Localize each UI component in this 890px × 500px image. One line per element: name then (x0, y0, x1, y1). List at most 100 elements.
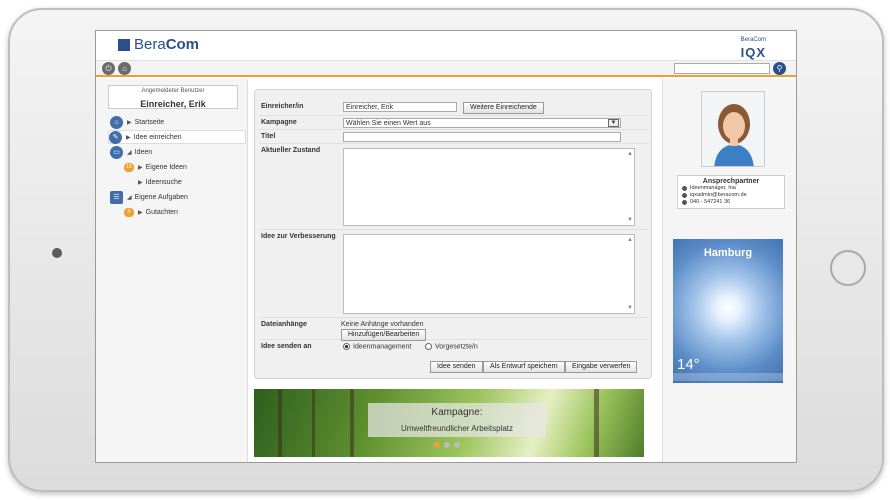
phone-icon (682, 200, 687, 205)
power-icon[interactable]: ⏻ (102, 62, 115, 75)
radio-ideenmanagement[interactable]: Ideenmanagement (343, 343, 411, 350)
scroll-down-icon[interactable]: ▼ (627, 217, 633, 223)
nav-item-gutachten[interactable]: 0 ▶ Gutachten (124, 205, 178, 219)
title-field[interactable] (343, 132, 621, 142)
nav-item-ideensuche[interactable]: ▶ Ideensuche (138, 175, 182, 189)
nav-label: Ideensuche (145, 178, 182, 186)
count-badge: 18 (124, 162, 134, 172)
contact-card: Ansprechpartner Ideenmanager, Ina iqxadm… (677, 175, 785, 209)
beracom-logo: Bera Com (118, 36, 199, 53)
chevron-down-icon: ◢ (127, 149, 132, 156)
carousel-dot[interactable] (444, 442, 450, 448)
chevron-right-icon: ▶ (138, 179, 143, 186)
logo-square-icon (118, 38, 130, 51)
user-caption: Angemeldeter Benutzer (141, 88, 205, 94)
row-attachments: Dateianhänge Keine Anhänge vorhanden Hin… (259, 318, 649, 341)
improvement-textarea[interactable]: ▲ ▼ (343, 234, 635, 314)
count-badge: 0 (124, 207, 134, 217)
logo-text-com: Com (165, 36, 200, 53)
nav-item-startseite[interactable]: ⌂ ▶ Startseite (110, 115, 164, 129)
person-avatar-icon (702, 92, 764, 166)
campaign-banner[interactable]: Kampagne: Umweltfreundlicher Arbeitsplat… (254, 389, 644, 457)
current-state-textarea[interactable]: ▲ ▼ (343, 148, 635, 226)
nav-item-idee-einreichen[interactable]: ✎ ▶ Idee einreichen (108, 130, 246, 144)
user-box: Angemeldeter Benutzer Einreicher, Erik (108, 85, 238, 109)
current-state-label: Aktueller Zustand (261, 147, 321, 154)
weather-city: Hamburg (703, 247, 753, 259)
chevron-down-icon[interactable]: ▼ (608, 119, 619, 127)
banner-title: Kampagne: (431, 407, 483, 418)
app-screen: Bera Com BeraCom IQX ⏻ ⌂ ⚲ Angemeldeter … (95, 30, 797, 463)
home-icon: ⌂ (110, 115, 123, 129)
nav-item-eigene-ideen[interactable]: 18 ▶ Eigene Ideen (124, 160, 187, 174)
left-navigation: Angemeldeter Benutzer Einreicher, Erik ⌂… (96, 79, 248, 462)
row-submitter: Einreicher/in Einreicher, Erik Weitere E… (259, 100, 649, 116)
chevron-right-icon: ▶ (138, 209, 143, 216)
banner-decoration (312, 389, 315, 457)
folder-icon: ▭ (110, 145, 123, 159)
tasks-icon: ☰ (110, 190, 123, 204)
banner-subtitle: Umweltfreundlicher Arbeitsplatz (400, 424, 514, 433)
iqx-logo: BeraCom IQX (741, 37, 766, 62)
nav-label: Startseite (134, 118, 165, 126)
contact-phone-line: 040 - 547241 36 (682, 199, 784, 206)
right-sidebar: Ansprechpartner Ideenmanager, Ina iqxadm… (662, 79, 796, 462)
campaign-label: Kampagne (261, 119, 297, 126)
row-improvement: Idee zur Verbesserung ▲ ▼ (259, 230, 649, 318)
person-icon (682, 186, 687, 191)
brand-bar: Bera Com BeraCom IQX (96, 31, 796, 61)
chevron-right-icon: ▶ (138, 164, 143, 171)
save-draft-button[interactable]: Als Entwurf speichern (483, 361, 565, 373)
row-campaign: Kampagne Wählen Sie einen Wert aus ▼ (259, 116, 649, 130)
mail-icon (682, 193, 687, 198)
iqx-logo-small: BeraCom (740, 37, 766, 43)
send-to-label: Idee senden an (261, 343, 312, 350)
lightbulb-icon: ✎ (109, 130, 122, 144)
scroll-up-icon[interactable]: ▲ (627, 237, 633, 243)
send-idea-button[interactable]: Idee senden (430, 361, 483, 373)
carousel-dot[interactable] (454, 442, 460, 448)
more-submitters-button[interactable]: Weitere Einreichende (463, 102, 544, 114)
row-send-to: Idee senden an Ideenmanagement Vorgesetz… (259, 340, 649, 356)
tablet-home-button[interactable] (830, 250, 866, 286)
contact-email-line[interactable]: iqxadmin@beracom.de (682, 192, 784, 199)
user-name: Einreicher, Erik (140, 99, 206, 109)
scroll-down-icon[interactable]: ▼ (627, 305, 633, 311)
contact-photo (701, 91, 765, 167)
nav-label: Eigene Ideen (145, 163, 187, 171)
weather-temperature: 14° (677, 356, 700, 373)
submitter-label: Einreicher/in (261, 103, 304, 110)
scroll-up-icon[interactable]: ▲ (627, 151, 633, 157)
campaign-select[interactable]: Wählen Sie einen Wert aus ▼ (343, 118, 621, 128)
radio-label: Ideenmanagement (353, 343, 412, 351)
banner-caption: Kampagne: Umweltfreundlicher Arbeitsplat… (368, 403, 546, 437)
contact-name: Ideenmanager, Ina (690, 185, 736, 191)
radio-selected-icon[interactable] (343, 343, 350, 350)
camera-dot (52, 248, 62, 258)
radio-vorgesetzte[interactable]: Vorgesetzte/n (425, 343, 478, 350)
weather-widget[interactable]: Hamburg 14° (673, 239, 783, 383)
attachments-status: Keine Anhänge vorhanden (341, 321, 424, 328)
carousel-dot[interactable] (434, 442, 440, 448)
contact-phone: 040 - 547241 36 (690, 199, 731, 205)
radio-label: Vorgesetzte/n (435, 343, 478, 351)
radio-empty-icon[interactable] (425, 343, 432, 350)
home-icon[interactable]: ⌂ (118, 62, 131, 75)
attachments-label: Dateianhänge (261, 321, 307, 328)
carousel-dots (432, 435, 462, 453)
nav-label: Gutachten (145, 208, 178, 216)
nav-item-eigene-aufgaben[interactable]: ☰ ◢ Eigene Aufgaben (110, 190, 188, 204)
search-input[interactable] (674, 63, 770, 74)
chevron-right-icon: ▶ (126, 134, 131, 141)
nav-label: Eigene Aufgaben (134, 193, 188, 201)
campaign-selected-value: Wählen Sie einen Wert aus (346, 120, 431, 127)
submitter-field[interactable]: Einreicher, Erik (343, 102, 457, 112)
nav-item-ideen[interactable]: ▭ ◢ Ideen (110, 145, 152, 159)
idea-form: Einreicher/in Einreicher, Erik Weitere E… (254, 89, 652, 379)
contact-email[interactable]: iqxadmin@beracom.de (690, 192, 747, 199)
banner-decoration (350, 389, 354, 457)
iqx-logo-big: IQX (740, 45, 766, 60)
search-icon[interactable]: ⚲ (773, 62, 786, 75)
contact-heading: Ansprechpartner (702, 178, 760, 185)
discard-button[interactable]: Eingabe verwerfen (565, 361, 638, 373)
